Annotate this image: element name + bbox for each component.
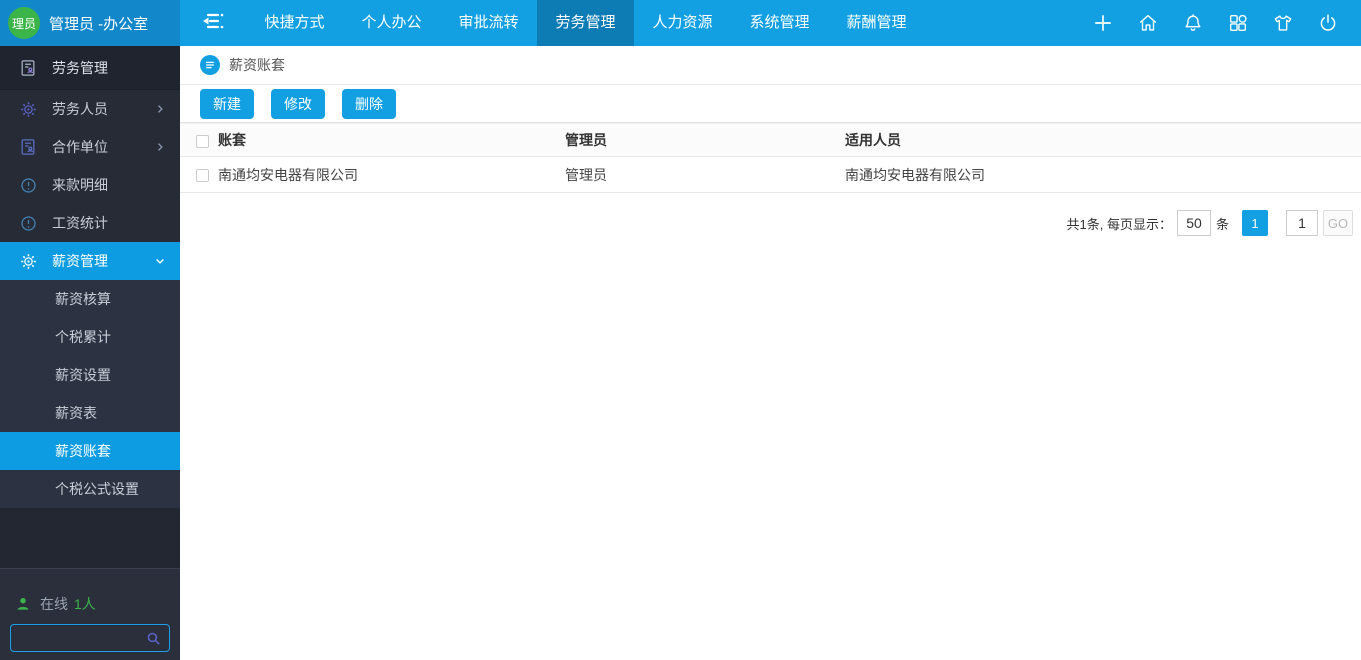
go-button[interactable]: GO (1323, 210, 1353, 236)
chevron-right-icon (154, 103, 166, 115)
sidebar-item-wage-statistics[interactable]: 工资统计 (0, 204, 180, 242)
sidebar-item-label: 合作单位 (52, 139, 108, 155)
pagination-summary: 共1条, 每页显示： (1066, 216, 1172, 232)
search-icon[interactable] (145, 630, 162, 647)
row-checkbox[interactable] (196, 169, 209, 183)
column-header-applicable-personnel: 适用人员 (845, 123, 1361, 157)
page-1-button[interactable]: 1 (1242, 210, 1268, 236)
submenu-item-payroll-settings[interactable]: 薪资设置 (0, 356, 180, 394)
sidebar-item-payroll-management[interactable]: 薪资管理 (0, 242, 180, 280)
pagination: 共1条, 每页显示： 条 1 GO (180, 210, 1361, 236)
menu-collapse-icon (200, 10, 226, 37)
column-header-administrator: 管理员 (565, 123, 845, 157)
cell-applicable-personnel: 南通均安电器有限公司 (845, 156, 1361, 193)
goto-page-input[interactable] (1286, 210, 1318, 236)
sidebar-item-incoming-payments[interactable]: 来款明细 (0, 166, 180, 204)
apps-icon[interactable] (1227, 12, 1249, 34)
online-status: 在线 1人 (14, 594, 180, 614)
chevron-right-icon (154, 141, 166, 153)
tab-approval-flow[interactable]: 审批流转 (440, 0, 537, 46)
sidebar-collapse-button[interactable] (180, 0, 246, 46)
sidebar-item-label: 劳务人员 (52, 101, 108, 117)
tab-salary-management[interactable]: 薪酬管理 (828, 0, 925, 46)
online-label: 在线 (40, 596, 68, 612)
sidebar-filler (0, 508, 180, 569)
sidebar-search-input[interactable] (11, 630, 145, 646)
sidebar-item-partner-units[interactable]: 合作单位 (0, 128, 180, 166)
sidebar-item-label: 薪资管理 (52, 253, 108, 269)
select-all-checkbox[interactable] (196, 134, 209, 148)
user-title: 管理员 -办公室 (49, 15, 149, 33)
submenu-item-payroll-account-set[interactable]: 薪资账套 (0, 432, 180, 470)
submenu-item-payroll-accounting[interactable]: 薪资核算 (0, 280, 180, 318)
document-person-icon (18, 58, 38, 78)
chevron-down-icon (154, 255, 166, 267)
submenu-item-payroll-sheet[interactable]: 薪资表 (0, 394, 180, 432)
info-circle-icon (18, 213, 38, 233)
sidebar-bottom: 在线 1人 (0, 569, 180, 660)
sidebar-section-header: 劳务管理 (0, 46, 180, 90)
submenu-item-tax-accumulation[interactable]: 个税累计 (0, 318, 180, 356)
avatar[interactable]: 理员 (8, 7, 40, 39)
info-circle-icon (18, 175, 38, 195)
bell-icon[interactable] (1182, 12, 1204, 34)
page-title: 薪资账套 (229, 57, 285, 73)
plus-icon[interactable] (1092, 12, 1114, 34)
sidebar-item-label: 工资统计 (52, 215, 108, 231)
delete-button[interactable]: 删除 (342, 88, 396, 119)
page-size-input[interactable] (1176, 210, 1211, 236)
online-count: 1人 (74, 596, 96, 612)
document-person-icon (18, 137, 38, 157)
shirt-icon[interactable] (1272, 12, 1294, 34)
new-button[interactable]: 新建 (200, 88, 254, 119)
tab-shortcuts[interactable]: 快捷方式 (246, 0, 343, 46)
sidebar-section-label: 劳务管理 (52, 59, 108, 76)
gear-icon (18, 99, 38, 119)
payroll-submenu: 薪资核算 个税累计 薪资设置 薪资表 薪资账套 个税公式设置 (0, 280, 180, 508)
main-nav: 快捷方式 个人办公 审批流转 劳务管理 人力资源 系统管理 薪酬管理 (246, 0, 925, 46)
topbar-actions (1092, 0, 1361, 46)
cell-account-set: 南通均安电器有限公司 (218, 156, 565, 193)
sidebar-item-labor-personnel[interactable]: 劳务人员 (0, 90, 180, 128)
submenu-item-tax-formula-settings[interactable]: 个税公式设置 (0, 470, 180, 508)
main-content: 薪资账套 新建 修改 删除 账套 管理员 适用人员 南通均安电器有限公司 管理员… (180, 46, 1361, 660)
cell-administrator: 管理员 (565, 156, 845, 193)
list-circle-icon (200, 55, 220, 75)
table-row[interactable]: 南通均安电器有限公司 管理员 南通均安电器有限公司 (180, 156, 1361, 193)
column-header-account-set: 账套 (218, 123, 565, 157)
power-icon[interactable] (1317, 12, 1339, 34)
account-set-table: 账套 管理员 适用人员 南通均安电器有限公司 管理员 南通均安电器有限公司 (180, 123, 1361, 193)
topbar: 理员 管理员 -办公室 快捷方式 个人办公 审批流转 劳务管理 人力资源 系统管… (0, 0, 1361, 46)
person-icon (14, 595, 32, 613)
edit-button[interactable]: 修改 (271, 88, 325, 119)
sidebar-item-label: 来款明细 (52, 177, 108, 193)
home-icon[interactable] (1137, 12, 1159, 34)
tab-human-resources[interactable]: 人力资源 (634, 0, 731, 46)
pagination-unit: 条 (1215, 216, 1229, 232)
breadcrumb: 薪资账套 (180, 46, 1361, 85)
tab-labor-management[interactable]: 劳务管理 (537, 0, 634, 46)
app-window: 理员 管理员 -办公室 快捷方式 个人办公 审批流转 劳务管理 人力资源 系统管… (0, 0, 1361, 660)
table-header-row: 账套 管理员 适用人员 (180, 123, 1361, 157)
tab-personal-office[interactable]: 个人办公 (343, 0, 440, 46)
sidebar: 劳务管理 劳务人员 合作单位 来款明细 工资统计 薪资管理 薪资核算 个税累计 … (0, 46, 180, 660)
tab-system-management[interactable]: 系统管理 (731, 0, 828, 46)
sidebar-search (10, 624, 170, 652)
user-area[interactable]: 理员 管理员 -办公室 (0, 0, 180, 46)
gear-icon (18, 251, 38, 271)
toolbar: 新建 修改 删除 (180, 85, 1361, 123)
